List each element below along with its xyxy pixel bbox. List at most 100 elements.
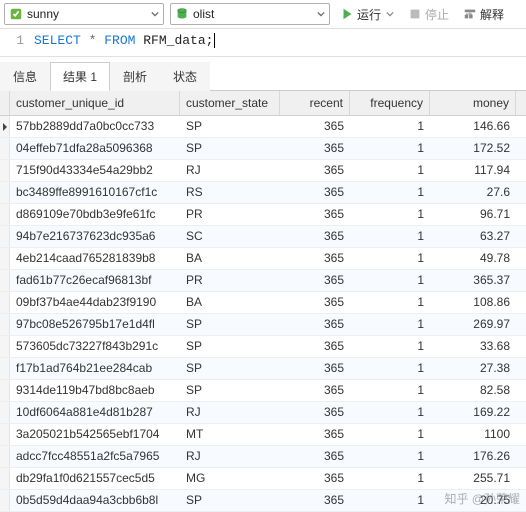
cell[interactable]: 365 xyxy=(280,116,350,137)
cell[interactable]: 1 xyxy=(350,490,430,511)
explain-button[interactable]: 解释 xyxy=(459,3,508,25)
table-row[interactable]: 715f90d43334e54a29bb2RJ3651117.94 xyxy=(0,160,526,182)
cell[interactable]: 1 xyxy=(350,468,430,489)
table-row[interactable]: 4eb214caad765281839b8BA365149.78 xyxy=(0,248,526,270)
cell[interactable]: 1 xyxy=(350,336,430,357)
cell[interactable]: 27.6 xyxy=(430,182,516,203)
cell[interactable]: 365 xyxy=(280,314,350,335)
run-button[interactable]: 运行 xyxy=(336,3,398,25)
cell[interactable]: 96.71 xyxy=(430,204,516,225)
cell[interactable]: 269.97 xyxy=(430,314,516,335)
cell[interactable]: 365 xyxy=(280,402,350,423)
cell[interactable]: 172.52 xyxy=(430,138,516,159)
cell[interactable]: 57bb2889dd7a0bc0cc733 xyxy=(10,116,180,137)
cell[interactable]: SC xyxy=(180,226,280,247)
cell[interactable]: 365 xyxy=(280,468,350,489)
table-row[interactable]: 10df6064a881e4d81b287RJ3651169.22 xyxy=(0,402,526,424)
tab-info[interactable]: 信息 xyxy=(0,62,50,91)
tab-status[interactable]: 状态 xyxy=(160,62,210,91)
cell[interactable]: 365 xyxy=(280,226,350,247)
cell[interactable]: f17b1ad764b21ee284cab xyxy=(10,358,180,379)
cell[interactable]: 365 xyxy=(280,424,350,445)
table-row[interactable]: 97bc08e526795b17e1d4flSP3651269.97 xyxy=(0,314,526,336)
table-row[interactable]: f17b1ad764b21ee284cabSP365127.38 xyxy=(0,358,526,380)
cell[interactable]: 365 xyxy=(280,292,350,313)
cell[interactable]: 1 xyxy=(350,446,430,467)
cell[interactable]: 1 xyxy=(350,138,430,159)
column-header[interactable]: customer_unique_id xyxy=(10,91,180,115)
cell[interactable]: 365 xyxy=(280,248,350,269)
cell[interactable]: 1 xyxy=(350,160,430,181)
cell[interactable]: 169.22 xyxy=(430,402,516,423)
table-row[interactable]: 94b7e216737623dc935a6SC365163.27 xyxy=(0,226,526,248)
cell[interactable]: 365 xyxy=(280,182,350,203)
cell[interactable]: SP xyxy=(180,116,280,137)
cell[interactable]: BA xyxy=(180,248,280,269)
column-header[interactable]: frequency xyxy=(350,91,430,115)
table-row[interactable]: 09bf37b4ae44dab23f9190BA3651108.86 xyxy=(0,292,526,314)
table-row[interactable]: adcc7fcc48551a2fc5a7965RJ3651176.26 xyxy=(0,446,526,468)
cell[interactable]: PR xyxy=(180,204,280,225)
tab-result[interactable]: 结果 1 xyxy=(50,62,110,91)
table-row[interactable]: 0b5d59d4daa94a3cbb6b8lSP365120.75 xyxy=(0,490,526,512)
cell[interactable]: 255.71 xyxy=(430,468,516,489)
cell[interactable]: 1 xyxy=(350,248,430,269)
column-header[interactable]: recent xyxy=(280,91,350,115)
table-row[interactable]: 3a205021b542565ebf1704MT36511100 xyxy=(0,424,526,446)
cell[interactable]: adcc7fcc48551a2fc5a7965 xyxy=(10,446,180,467)
sql-editor[interactable]: 1 SELECT * FROM RFM_data; xyxy=(0,29,526,57)
table-row[interactable]: 04effeb71dfa28a5096368SP3651172.52 xyxy=(0,138,526,160)
cell[interactable]: 365 xyxy=(280,270,350,291)
cell[interactable]: RS xyxy=(180,182,280,203)
cell[interactable]: fad61b77c26ecaf96813bf xyxy=(10,270,180,291)
cell[interactable]: 1 xyxy=(350,358,430,379)
cell[interactable]: 20.75 xyxy=(430,490,516,511)
cell[interactable]: 573605dc73227f843b291c xyxy=(10,336,180,357)
database-dropdown[interactable]: olist xyxy=(170,3,330,25)
cell[interactable]: 1 xyxy=(350,226,430,247)
cell[interactable]: 27.38 xyxy=(430,358,516,379)
cell[interactable]: 365.37 xyxy=(430,270,516,291)
table-row[interactable]: bc3489ffe8991610167cf1cRS365127.6 xyxy=(0,182,526,204)
cell[interactable]: RJ xyxy=(180,446,280,467)
table-row[interactable]: d869109e70bdb3e9fe61fcPR365196.71 xyxy=(0,204,526,226)
cell[interactable]: 108.86 xyxy=(430,292,516,313)
cell[interactable]: 82.58 xyxy=(430,380,516,401)
cell[interactable]: RJ xyxy=(180,160,280,181)
cell[interactable]: 1 xyxy=(350,270,430,291)
tab-profile[interactable]: 剖析 xyxy=(110,62,160,91)
cell[interactable]: 1100 xyxy=(430,424,516,445)
cell[interactable]: 1 xyxy=(350,380,430,401)
cell[interactable]: 365 xyxy=(280,446,350,467)
cell[interactable]: SP xyxy=(180,336,280,357)
connection-dropdown[interactable]: sunny xyxy=(4,3,164,25)
cell[interactable]: SP xyxy=(180,490,280,511)
cell[interactable]: 1 xyxy=(350,182,430,203)
cell[interactable]: 365 xyxy=(280,204,350,225)
cell[interactable]: 3a205021b542565ebf1704 xyxy=(10,424,180,445)
cell[interactable]: 715f90d43334e54a29bb2 xyxy=(10,160,180,181)
cell[interactable]: 9314de119b47bd8bc8aeb xyxy=(10,380,180,401)
cell[interactable]: MG xyxy=(180,468,280,489)
cell[interactable]: 1 xyxy=(350,292,430,313)
cell[interactable]: SP xyxy=(180,380,280,401)
table-row[interactable]: 57bb2889dd7a0bc0cc733SP3651146.66 xyxy=(0,116,526,138)
table-row[interactable]: db29fa1f0d621557cec5d5MG3651255.71 xyxy=(0,468,526,490)
cell[interactable]: PR xyxy=(180,270,280,291)
cell[interactable]: SP xyxy=(180,138,280,159)
column-header[interactable]: customer_state xyxy=(180,91,280,115)
cell[interactable]: 63.27 xyxy=(430,226,516,247)
cell[interactable]: bc3489ffe8991610167cf1c xyxy=(10,182,180,203)
cell[interactable]: db29fa1f0d621557cec5d5 xyxy=(10,468,180,489)
cell[interactable]: SP xyxy=(180,358,280,379)
cell[interactable]: 4eb214caad765281839b8 xyxy=(10,248,180,269)
cell[interactable]: 176.26 xyxy=(430,446,516,467)
cell[interactable]: 1 xyxy=(350,424,430,445)
cell[interactable]: 1 xyxy=(350,314,430,335)
cell[interactable]: 365 xyxy=(280,358,350,379)
cell[interactable]: 1 xyxy=(350,402,430,423)
cell[interactable]: BA xyxy=(180,292,280,313)
cell[interactable]: 10df6064a881e4d81b287 xyxy=(10,402,180,423)
table-row[interactable]: 573605dc73227f843b291cSP365133.68 xyxy=(0,336,526,358)
cell[interactable]: 04effeb71dfa28a5096368 xyxy=(10,138,180,159)
